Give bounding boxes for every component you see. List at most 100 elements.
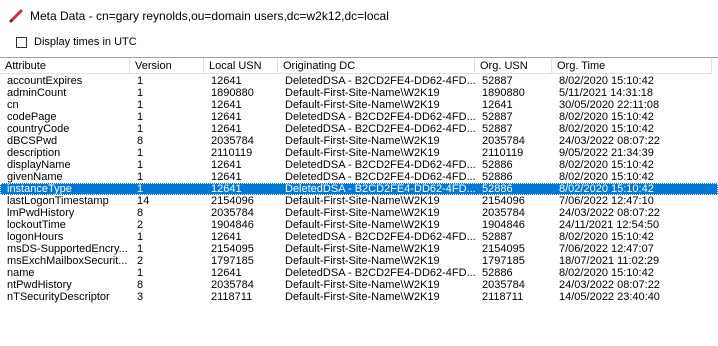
table-cell: 12641 (211, 231, 242, 243)
table-cell: 8/02/2020 15:10:42 (559, 123, 654, 135)
table-cell: 1904846 (211, 219, 254, 231)
metadata-list[interactable]: Attribute Version Local USN Originating … (0, 57, 718, 346)
table-row[interactable]: adminCount 1 1890880 Default-First-Site-Nam… (0, 87, 718, 99)
table-cell: accountExpires (7, 75, 83, 87)
table-cell: givenName (7, 171, 63, 183)
table-row[interactable]: nTSecurityDescriptor 3 2118711 Default-Firs… (0, 291, 718, 303)
table-cell: 8/02/2020 15:10:42 (559, 159, 654, 171)
table-cell: 52886 (482, 267, 513, 279)
window-title: Meta Data - cn=gary reynolds,ou=domain u… (30, 9, 389, 23)
table-row[interactable]: msDS-SupportedEncry... 1 2154095 Default-Fi… (0, 243, 718, 255)
table-cell: Default-First-Site-Name\W2K19 (285, 207, 440, 219)
table-cell: 1 (137, 99, 144, 111)
column-header-attribute[interactable]: Attribute (0, 58, 130, 74)
table-cell: 3 (137, 291, 144, 303)
table-cell: 1890880 (211, 87, 254, 99)
table-cell: DeletedDSA - B2CD2FE4-DD62-4FD... (285, 267, 475, 279)
table-cell: DeletedDSA - B2CD2FE4-DD62-4FD... (285, 159, 475, 171)
table-cell: 1 (137, 231, 144, 243)
column-header-local-usn[interactable]: Local USN (204, 58, 278, 74)
table-cell: 52887 (482, 111, 513, 123)
table-row[interactable]: logonHours 1 12641 DeletedDSA - B2CD2FE4-DD… (0, 231, 718, 243)
table-cell: DeletedDSA - B2CD2FE4-DD62-4FD... (285, 231, 475, 243)
table-cell: 12641 (211, 171, 242, 183)
table-cell: 2035784 (482, 135, 525, 147)
table-cell: 2154096 (482, 195, 525, 207)
table-cell: codePage (7, 111, 57, 123)
display-utc-label[interactable]: Display times in UTC (34, 36, 137, 48)
table-row[interactable]: codePage 1 12641 DeletedDSA - B2CD2FE4-DD62… (0, 111, 718, 123)
table-cell: displayName (7, 159, 71, 171)
table-cell: dBCSPwd (7, 135, 58, 147)
table-cell: 8/02/2020 15:10:42 (559, 111, 654, 123)
table-cell: 7/06/2022 12:47:07 (559, 243, 654, 255)
table-cell: 1 (137, 171, 144, 183)
table-cell: 2035784 (211, 279, 254, 291)
table-cell: 1797185 (211, 255, 254, 267)
table-cell: 1 (137, 123, 144, 135)
table-cell: 12641 (211, 75, 242, 87)
table-row[interactable]: lockoutTime 2 1904846 Default-First-Site-Na… (0, 219, 718, 231)
table-row[interactable]: lastLogonTimestamp 14 2154096 Default-First… (0, 195, 718, 207)
table-cell: 2035784 (482, 279, 525, 291)
table-cell: 2154095 (482, 243, 525, 255)
table-row[interactable]: description 1 2110119 Default-First-Site-Na… (0, 147, 718, 159)
table-cell: 12641 (211, 183, 242, 195)
table-cell: 14/05/2022 23:40:40 (559, 291, 660, 303)
table-cell: 52887 (482, 75, 513, 87)
table-cell: nTSecurityDescriptor (7, 291, 110, 303)
table-cell: 2154095 (211, 243, 254, 255)
table-cell: 14 (137, 195, 150, 207)
table-cell: 12641 (211, 267, 242, 279)
table-cell: 24/03/2022 08:07:22 (559, 207, 660, 219)
table-cell: lmPwdHistory (7, 207, 75, 219)
table-row[interactable]: displayName 1 12641 DeletedDSA - B2CD2FE4-D… (0, 159, 718, 171)
table-cell: description (7, 147, 61, 159)
table-cell: 8/02/2020 15:10:42 (559, 183, 654, 195)
table-cell: 1904846 (482, 219, 525, 231)
table-cell: DeletedDSA - B2CD2FE4-DD62-4FD... (285, 111, 475, 123)
table-row[interactable]: name 1 12641 DeletedDSA - B2CD2FE4-DD62-4FD… (0, 267, 718, 279)
table-row[interactable]: countryCode 1 12641 DeletedDSA - B2CD2FE4-D… (0, 123, 718, 135)
table-cell: 52886 (482, 159, 513, 171)
column-header-originating-dc[interactable]: Originating DC (278, 58, 475, 74)
options-bar: Display times in UTC (0, 31, 718, 55)
table-cell: msExchMailboxSecurit... (7, 255, 128, 267)
table-row[interactable]: givenName 1 12641 DeletedDSA - B2CD2FE4-DD6… (0, 171, 718, 183)
column-header-version[interactable]: Version (130, 58, 204, 74)
table-cell: 1 (137, 111, 144, 123)
table-cell: logonHours (7, 231, 64, 243)
table-row[interactable]: ntPwdHistory 8 2035784 Default-First-Site-N… (0, 279, 718, 291)
table-cell: 8/02/2020 15:10:42 (559, 75, 654, 87)
table-cell: 9/05/2022 21:34:39 (559, 147, 654, 159)
table-cell: 8 (137, 207, 144, 219)
table-cell: 5/11/2021 14:31:18 (559, 87, 653, 99)
table-cell: 24/03/2022 08:07:22 (559, 279, 660, 291)
table-cell: 2 (137, 219, 144, 231)
table-cell: 24/11/2021 12:54:50 (559, 219, 660, 231)
column-header-org-time[interactable]: Org. Time (552, 58, 712, 74)
table-cell: 2035784 (482, 207, 525, 219)
table-cell: Default-First-Site-Name\W2K19 (285, 135, 440, 147)
table-cell: adminCount (7, 87, 67, 99)
table-cell: name (7, 267, 35, 279)
table-cell: DeletedDSA - B2CD2FE4-DD62-4FD... (285, 75, 475, 87)
table-cell: 12641 (211, 123, 242, 135)
table-cell: 12641 (211, 111, 242, 123)
table-row[interactable]: instanceType 1 12641 DeletedDSA - B2CD2FE4-… (0, 183, 718, 195)
column-header-row: Attribute Version Local USN Originating … (0, 58, 718, 75)
table-cell: 2118711 (211, 291, 253, 303)
table-body: accountExpires 1 12641 DeletedDSA - B2CD2FE… (0, 75, 718, 303)
column-header-org-usn[interactable]: Org. USN (475, 58, 552, 74)
table-cell: 52886 (482, 183, 513, 195)
table-row[interactable]: dBCSPwd 8 2035784 Default-First-Site-Name\W… (0, 135, 718, 147)
table-row[interactable]: accountExpires 1 12641 DeletedDSA - B2CD2FE… (0, 75, 718, 87)
display-utc-checkbox[interactable] (16, 37, 27, 48)
table-row[interactable]: cn 1 12641 Default-First-Site-Name\W2K19 126… (0, 99, 718, 111)
table-row[interactable]: lmPwdHistory 8 2035784 Default-First-Site-N… (0, 207, 718, 219)
table-row[interactable]: msExchMailboxSecurit... 2 1797185 Default-F… (0, 255, 718, 267)
table-cell: countryCode (7, 123, 70, 135)
table-cell: Default-First-Site-Name\W2K19 (285, 219, 440, 231)
table-cell: 8/02/2020 15:10:42 (559, 231, 654, 243)
table-cell: Default-First-Site-Name\W2K19 (285, 255, 440, 267)
